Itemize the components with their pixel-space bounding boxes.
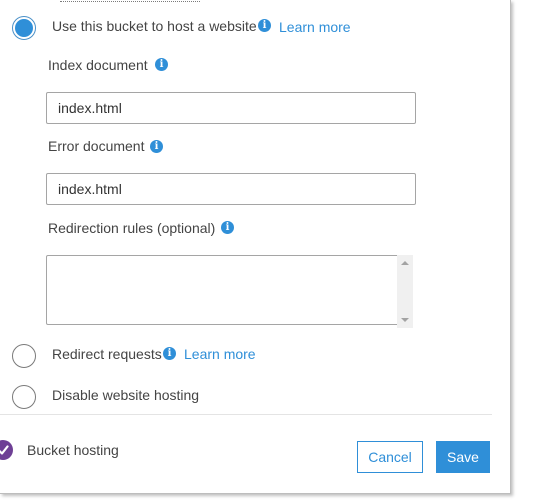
scroll-up-icon[interactable] [401, 261, 409, 265]
clipped-content-above [60, 0, 200, 3]
static-website-hosting-panel: Use this bucket to host a website i Lear… [0, 0, 511, 494]
error-document-label: Error document [48, 138, 145, 154]
radio-redirect-requests[interactable] [12, 344, 36, 368]
radio-disable-hosting[interactable] [12, 385, 36, 409]
index-document-label: Index document [48, 57, 148, 73]
bucket-hosting-status-label: Bucket hosting [27, 442, 119, 458]
info-icon[interactable]: i [221, 221, 234, 234]
learn-more-link-hosting[interactable]: Learn more [279, 19, 351, 35]
info-icon[interactable]: i [155, 58, 168, 71]
index-document-input[interactable] [46, 92, 416, 124]
use-bucket-label: Use this bucket to host a website [52, 18, 257, 34]
scroll-down-icon[interactable] [401, 318, 409, 322]
info-icon[interactable]: i [258, 19, 271, 32]
textarea-scrollbar[interactable] [397, 255, 413, 328]
footer-divider [0, 414, 492, 415]
redirection-rules-field [46, 255, 412, 325]
redirection-rules-textarea[interactable] [47, 256, 397, 324]
redirection-rules-label: Redirection rules (optional) [48, 220, 216, 236]
disable-hosting-label: Disable website hosting [52, 387, 200, 403]
info-icon[interactable]: i [163, 347, 176, 360]
cancel-button[interactable]: Cancel [357, 441, 423, 473]
save-button[interactable]: Save [436, 441, 490, 473]
radio-use-bucket[interactable] [12, 16, 36, 40]
redirect-requests-label: Redirect requests [52, 346, 162, 362]
check-circle-icon [0, 440, 13, 460]
learn-more-link-redirect[interactable]: Learn more [184, 346, 256, 362]
error-document-input[interactable] [46, 173, 416, 205]
info-icon[interactable]: i [150, 140, 163, 153]
